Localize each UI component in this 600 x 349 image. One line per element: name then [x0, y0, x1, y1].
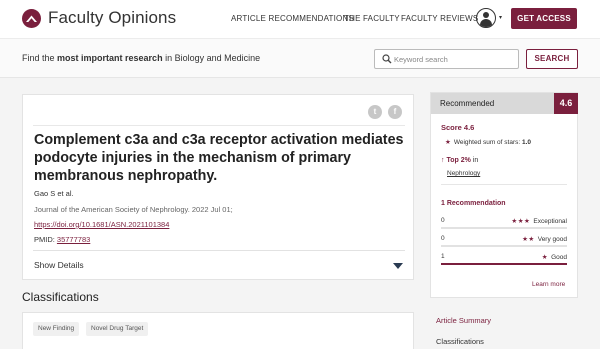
- pmid-link[interactable]: 35777783: [57, 235, 90, 244]
- star-icon: ★: [445, 139, 451, 146]
- nav-faculty-reviews[interactable]: FACULTY REVIEWS: [401, 14, 478, 23]
- search-field[interactable]: [374, 49, 519, 69]
- classifications-heading: Classifications: [22, 290, 99, 304]
- facebook-share-icon[interactable]: f: [388, 105, 402, 119]
- score-badge: 4.6: [554, 93, 578, 114]
- top-header: Faculty Opinions ARTICLE RECOMMENDATIONS…: [0, 0, 600, 38]
- pmid: PMID: 35777783: [34, 235, 91, 244]
- field-link-nephrology[interactable]: Nephrology: [447, 170, 480, 177]
- nav-the-faculty[interactable]: THE FACULTY: [344, 14, 400, 23]
- search-icon: [382, 54, 392, 64]
- tagline: Find the most important research in Biol…: [22, 53, 261, 63]
- classifications-card: New Finding Novel Drug Target: [22, 312, 414, 349]
- faculty-opinions-logo-icon[interactable]: [22, 9, 41, 28]
- nav-article-recommendations[interactable]: ARTICLE RECOMMENDATIONS: [231, 14, 354, 23]
- search-input[interactable]: [394, 52, 514, 66]
- rating-row-very-good: 0 ★★ Very good: [441, 235, 567, 251]
- divider: [33, 250, 405, 251]
- sidebar-link-classifications[interactable]: Classifications: [436, 337, 484, 346]
- star-icon: ★: [541, 254, 549, 261]
- user-account-icon[interactable]: [476, 8, 496, 28]
- chevron-down-icon[interactable]: ▾: [499, 14, 502, 21]
- caret-down-icon[interactable]: [393, 263, 403, 269]
- article-title: Complement c3a and c3a receptor activati…: [34, 132, 404, 184]
- weighted-sum: ★ Weighted sum of stars: 1.0: [445, 139, 532, 146]
- show-details-toggle[interactable]: Show Details: [34, 260, 84, 270]
- search-button[interactable]: SEARCH: [526, 49, 578, 69]
- learn-more-link[interactable]: Learn more: [532, 281, 565, 288]
- star-icon: ★★★: [511, 218, 531, 225]
- classification-chip[interactable]: New Finding: [33, 322, 80, 336]
- article-card: t f Complement c3a and c3a receptor acti…: [22, 94, 414, 280]
- get-access-button[interactable]: GET ACCESS: [511, 8, 577, 29]
- top-percent: ↑ Top 2% in: [441, 157, 479, 164]
- rating-row-exceptional: 0 ★★★ Exceptional: [441, 217, 567, 233]
- doi-link[interactable]: https://doi.org/10.1681/ASN.2021101384: [34, 220, 169, 229]
- arrow-up-icon: ↑: [441, 157, 445, 164]
- divider: [441, 184, 567, 185]
- search-bar: Find the most important research in Biol…: [0, 38, 600, 78]
- score-text: Score 4.6: [441, 123, 475, 132]
- classification-chip[interactable]: Novel Drug Target: [86, 322, 149, 336]
- sidebar-link-article-summary[interactable]: Article Summary: [436, 316, 491, 325]
- divider: [33, 125, 405, 126]
- rating-row-good: 1 ★ Good: [441, 253, 567, 269]
- brand-name[interactable]: Faculty Opinions: [48, 8, 176, 28]
- recommended-label: Recommended: [440, 99, 495, 108]
- recommended-panel: Recommended 4.6 Score 4.6 ★ Weighted sum …: [430, 92, 578, 298]
- twitter-share-icon[interactable]: t: [368, 105, 382, 119]
- recommendation-count: 1 Recommendation: [441, 200, 506, 207]
- article-authors: Gao S et al.: [34, 189, 74, 198]
- article-journal: Journal of the American Society of Nephr…: [34, 205, 233, 214]
- star-icon: ★★: [522, 236, 535, 243]
